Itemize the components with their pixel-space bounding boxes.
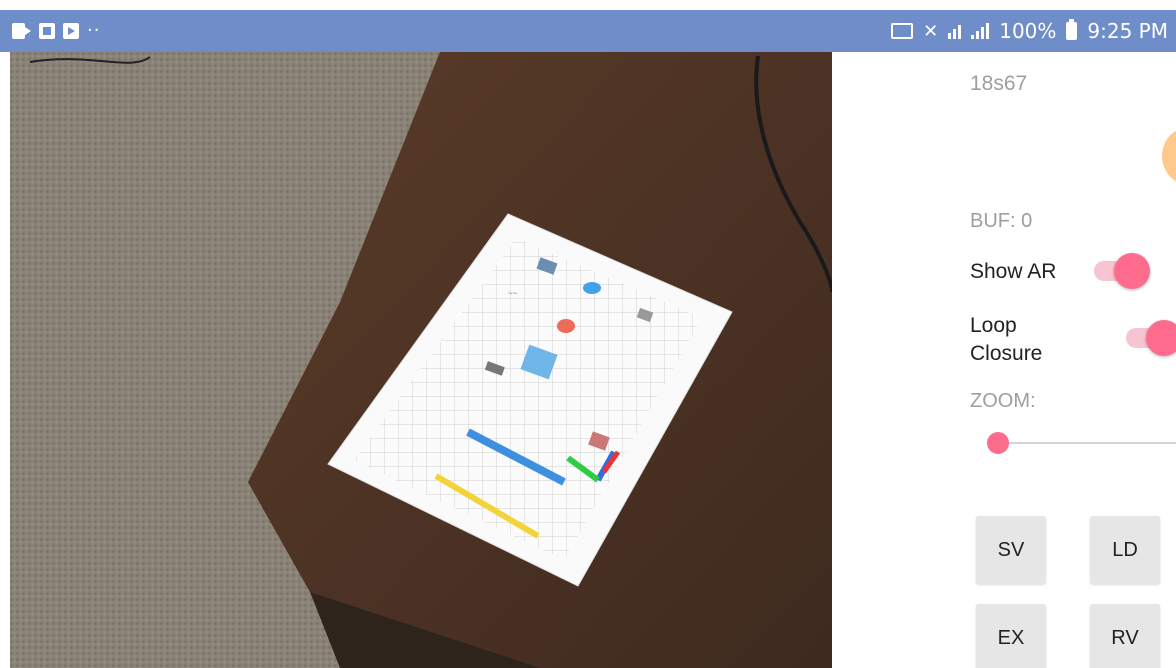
cast-icon [891, 23, 914, 39]
buffer-label: BUF: 0 [970, 210, 1033, 232]
zoom-slider-track [998, 442, 1176, 444]
wifi-icon [948, 23, 962, 39]
ar-camera-feed: ~~ [10, 52, 832, 668]
zoom-slider-thumb[interactable] [987, 432, 1009, 454]
ld-button[interactable]: LD [1090, 516, 1160, 584]
loop-closure-switch-thumb [1146, 320, 1176, 356]
rv-button[interactable]: RV [1090, 604, 1160, 668]
sv-button[interactable]: SV [976, 516, 1046, 584]
system-icons: ✕ 100% 9:25 PM [891, 10, 1168, 52]
frame-edge [0, 0, 10, 668]
notification-icons: ·· [12, 10, 100, 52]
control-panel: 18s67 BUF: 0 Show AR Loop Closure ZOOM: … [832, 52, 1176, 668]
ex-button[interactable]: EX [976, 604, 1046, 668]
battery-percent: 100% [999, 19, 1057, 43]
battery-icon [1066, 19, 1078, 40]
show-ar-label: Show AR [970, 260, 1057, 283]
record-fab[interactable] [1162, 126, 1176, 186]
svg-text:~~: ~~ [508, 289, 518, 298]
show-ar-switch-thumb [1114, 253, 1150, 289]
zoom-label: ZOOM: [970, 390, 1036, 412]
gallery-icon [39, 23, 55, 39]
camera-view[interactable]: ~~ [10, 52, 832, 668]
signal-icon [971, 23, 990, 39]
loop-closure-label-line2: Closure [970, 342, 1043, 365]
status-bar: ·· ✕ 100% 9:25 PM [0, 10, 1176, 52]
mute-icon: ✕ [923, 20, 939, 42]
loop-closure-label-line1: Loop [970, 314, 1017, 337]
more-dots-icon: ·· [87, 20, 101, 41]
video-icon [63, 23, 79, 39]
device-id-label: 18s67 [970, 72, 1028, 95]
clock: 9:25 PM [1087, 19, 1168, 43]
camera-icon [12, 23, 31, 39]
